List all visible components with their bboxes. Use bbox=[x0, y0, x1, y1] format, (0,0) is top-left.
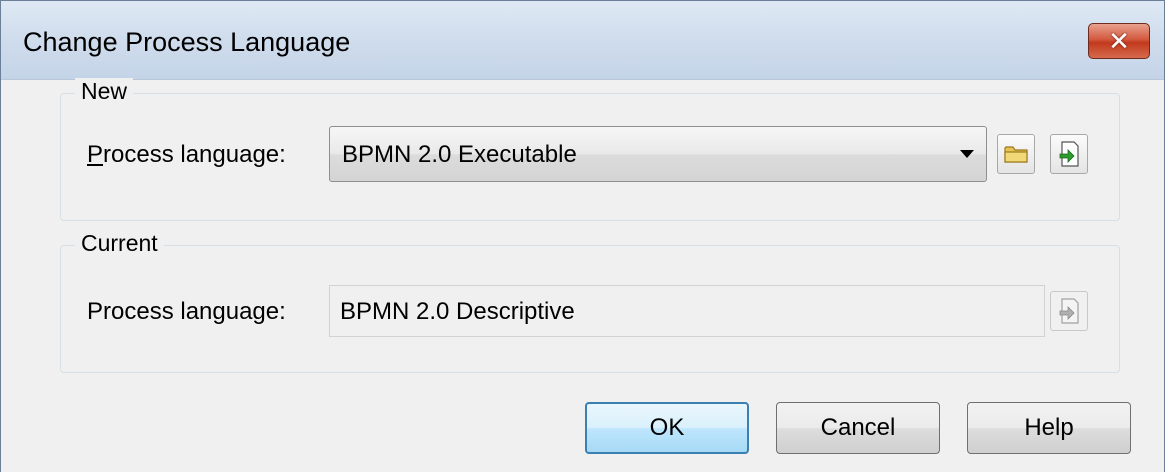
title-bar[interactable]: Change Process Language ✕ bbox=[1, 1, 1164, 80]
new-group-legend: New bbox=[75, 78, 134, 105]
current-group-legend: Current bbox=[75, 230, 164, 257]
cancel-button[interactable]: Cancel bbox=[776, 402, 940, 454]
ok-button[interactable]: OK bbox=[585, 402, 749, 454]
dialog-body: New Process language: BPMN 2.0 Executabl… bbox=[1, 78, 1164, 472]
folder-icon bbox=[1004, 146, 1028, 163]
import-button[interactable] bbox=[1050, 134, 1088, 174]
current-import-button[interactable] bbox=[1050, 291, 1088, 331]
import-icon bbox=[1059, 298, 1079, 324]
browse-button[interactable] bbox=[997, 134, 1035, 174]
help-button[interactable]: Help bbox=[967, 402, 1131, 454]
accelerator-key: P bbox=[87, 141, 104, 168]
label-text: rocess language: bbox=[103, 141, 286, 168]
process-language-select[interactable]: BPMN 2.0 Executable bbox=[329, 126, 987, 182]
new-process-language-label: Process language: bbox=[87, 141, 286, 169]
dialog-window: Change Process Language ✕ New Process la… bbox=[0, 0, 1165, 472]
dialog-title: Change Process Language bbox=[23, 27, 351, 57]
current-language-field: BPMN 2.0 Descriptive bbox=[329, 285, 1045, 337]
dropdown-arrow-icon[interactable] bbox=[960, 150, 974, 158]
close-button[interactable]: ✕ bbox=[1088, 23, 1150, 59]
close-icon: ✕ bbox=[1108, 26, 1130, 56]
current-process-language-label: Process language: bbox=[87, 298, 286, 325]
selected-language: BPMN 2.0 Executable bbox=[342, 141, 577, 168]
current-language-value: BPMN 2.0 Descriptive bbox=[340, 298, 575, 325]
import-icon bbox=[1059, 141, 1079, 167]
